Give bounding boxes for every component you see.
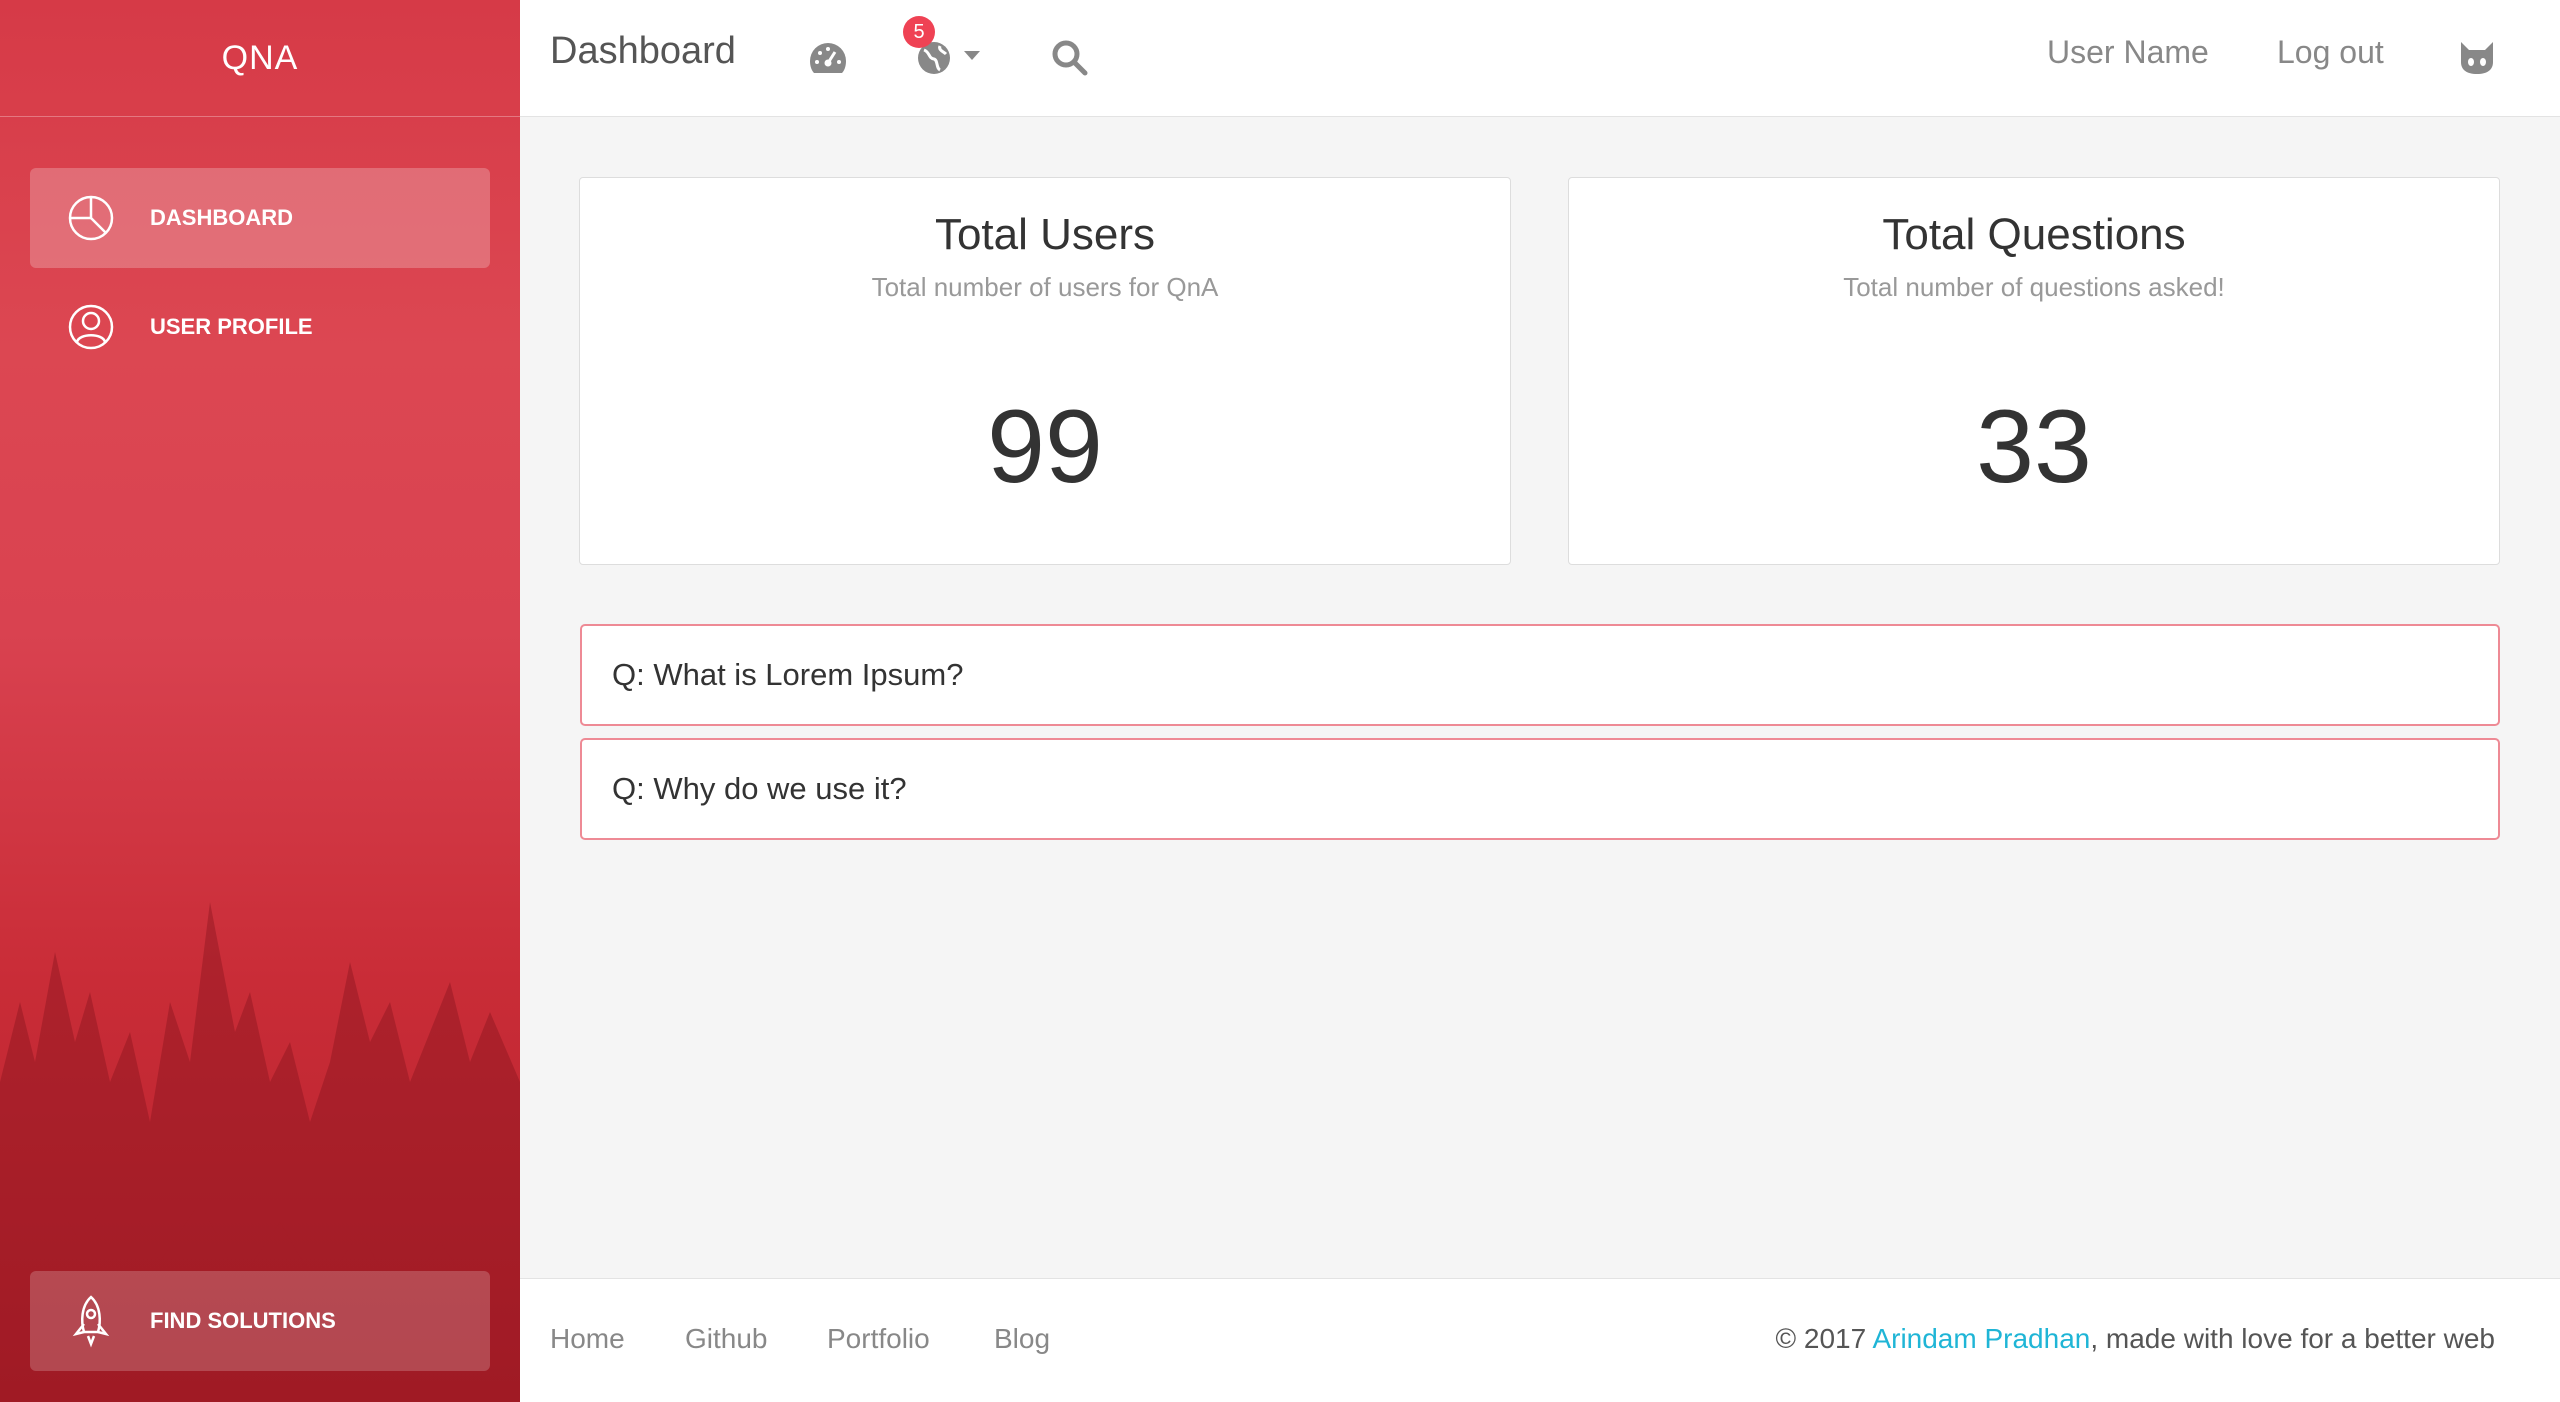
- stat-card-title: Total Users: [934, 210, 1156, 259]
- question-item[interactable]: Q: Why do we use it?: [580, 738, 2500, 840]
- stat-card-value: 33: [1976, 389, 2092, 505]
- brand-title[interactable]: QNA: [0, 0, 520, 117]
- chevron-down-icon[interactable]: [960, 44, 984, 68]
- search-icon[interactable]: [1048, 36, 1092, 80]
- sidebar-item-user-profile[interactable]: USER PROFILE: [30, 277, 490, 377]
- notification-badge: 5: [903, 16, 935, 48]
- copyright-prefix: © 2017: [1775, 1323, 1873, 1354]
- footer-link-portfolio[interactable]: Portfolio: [827, 1323, 930, 1355]
- user-name-link[interactable]: User Name: [2047, 34, 2209, 71]
- stat-card-title: Total Questions: [1882, 210, 2186, 259]
- copyright-suffix: , made with love for a better web: [2090, 1323, 2495, 1354]
- sidebar-item-dashboard[interactable]: DASHBOARD: [30, 168, 490, 268]
- stat-card-value: 99: [987, 389, 1103, 505]
- footer-link-blog[interactable]: Blog: [994, 1323, 1050, 1355]
- rocket-icon: [66, 1295, 116, 1348]
- sidebar: QNA DASHBOARD USER PROFILE FIND SOLUTION…: [0, 0, 520, 1402]
- dashboard-gauge-icon[interactable]: [806, 36, 850, 80]
- pie-chart-icon: [66, 193, 116, 243]
- footer: Home Github Portfolio Blog © 2017 Arinda…: [520, 1278, 2560, 1402]
- stat-card-subtitle: Total number of users for QnA: [871, 272, 1219, 302]
- question-item[interactable]: Q: What is Lorem Ipsum?: [580, 624, 2500, 726]
- author-link[interactable]: Arindam Pradhan: [1872, 1323, 2090, 1354]
- page-title: Dashboard: [550, 30, 736, 72]
- footer-link-home[interactable]: Home: [550, 1323, 625, 1355]
- stat-card-total-questions: Total Questions Total number of question…: [1568, 177, 2500, 565]
- sidebar-item-label: USER PROFILE: [150, 314, 313, 339]
- github-icon[interactable]: [2455, 36, 2499, 80]
- stat-card-total-users: Total Users Total number of users for Qn…: [579, 177, 1511, 565]
- sidebar-item-label: FIND SOLUTIONS: [150, 1308, 336, 1333]
- stat-card-subtitle: Total number of questions asked!: [1843, 272, 2225, 302]
- user-circle-icon: [66, 302, 116, 352]
- copyright-text: © 2017 Arindam Pradhan, made with love f…: [1776, 1323, 2496, 1355]
- footer-link-github[interactable]: Github: [685, 1323, 768, 1355]
- logout-link[interactable]: Log out: [2277, 34, 2384, 71]
- sidebar-item-label: DASHBOARD: [150, 205, 293, 230]
- find-solutions-button[interactable]: FIND SOLUTIONS: [30, 1271, 490, 1371]
- top-navbar: Dashboard 5 User Name Log out: [520, 0, 2560, 117]
